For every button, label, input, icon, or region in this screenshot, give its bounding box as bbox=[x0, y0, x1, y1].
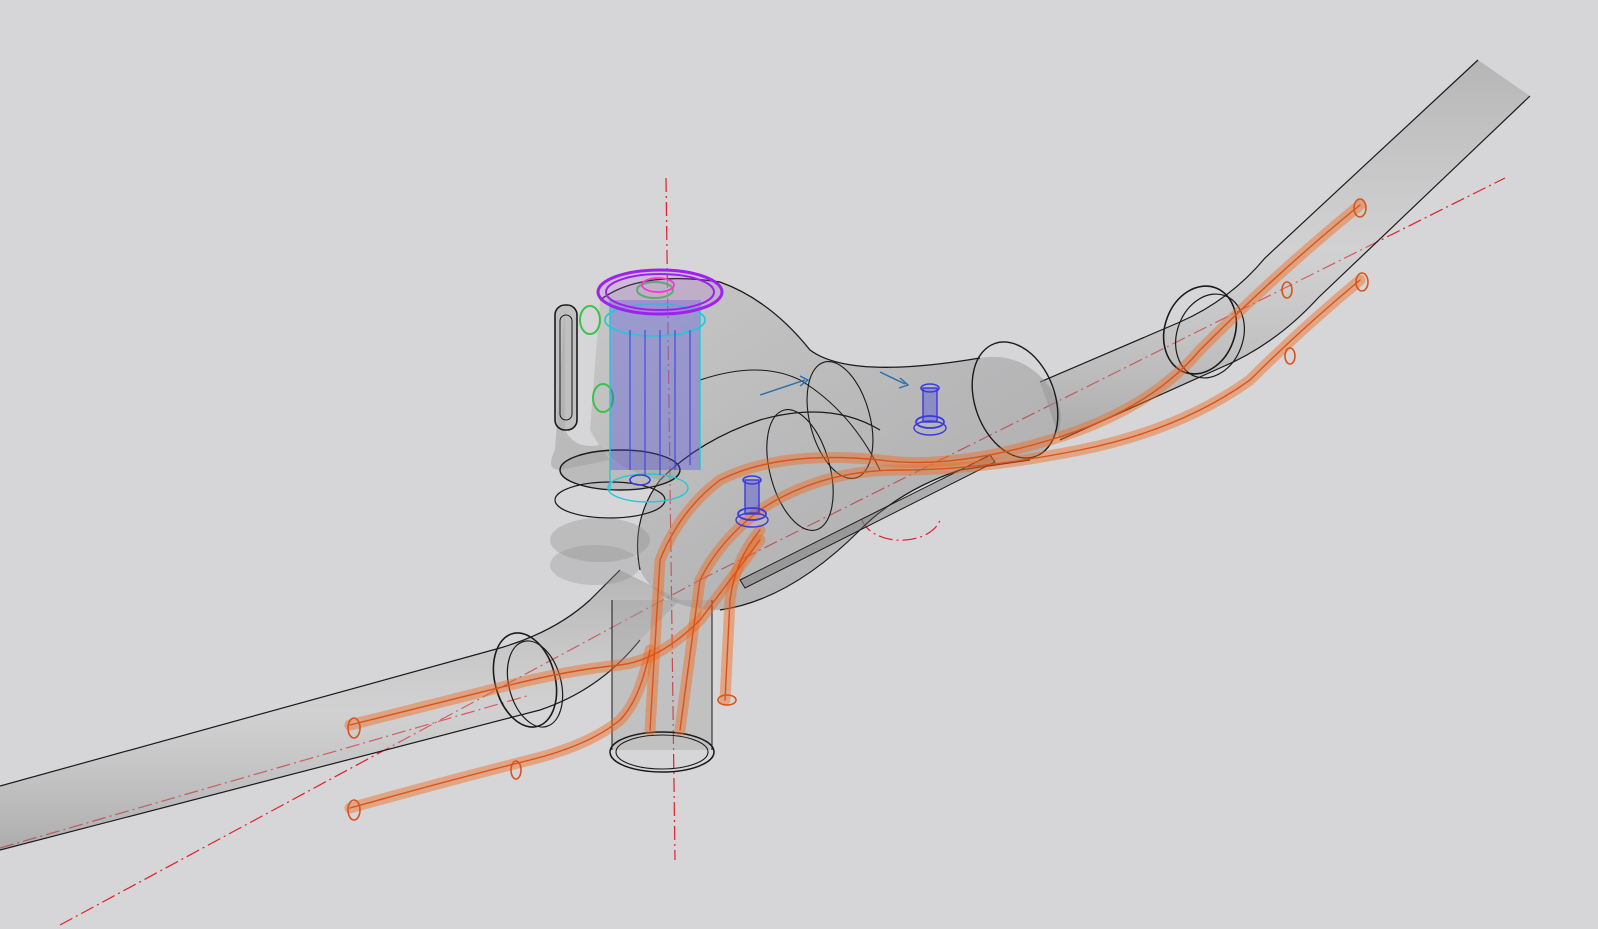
handlebar-tube-right-icon bbox=[1039, 59, 1531, 441]
cad-viewport[interactable] bbox=[0, 0, 1598, 929]
handlebar-tube-left-icon bbox=[0, 569, 680, 851]
assembly-drawing bbox=[0, 59, 1531, 926]
